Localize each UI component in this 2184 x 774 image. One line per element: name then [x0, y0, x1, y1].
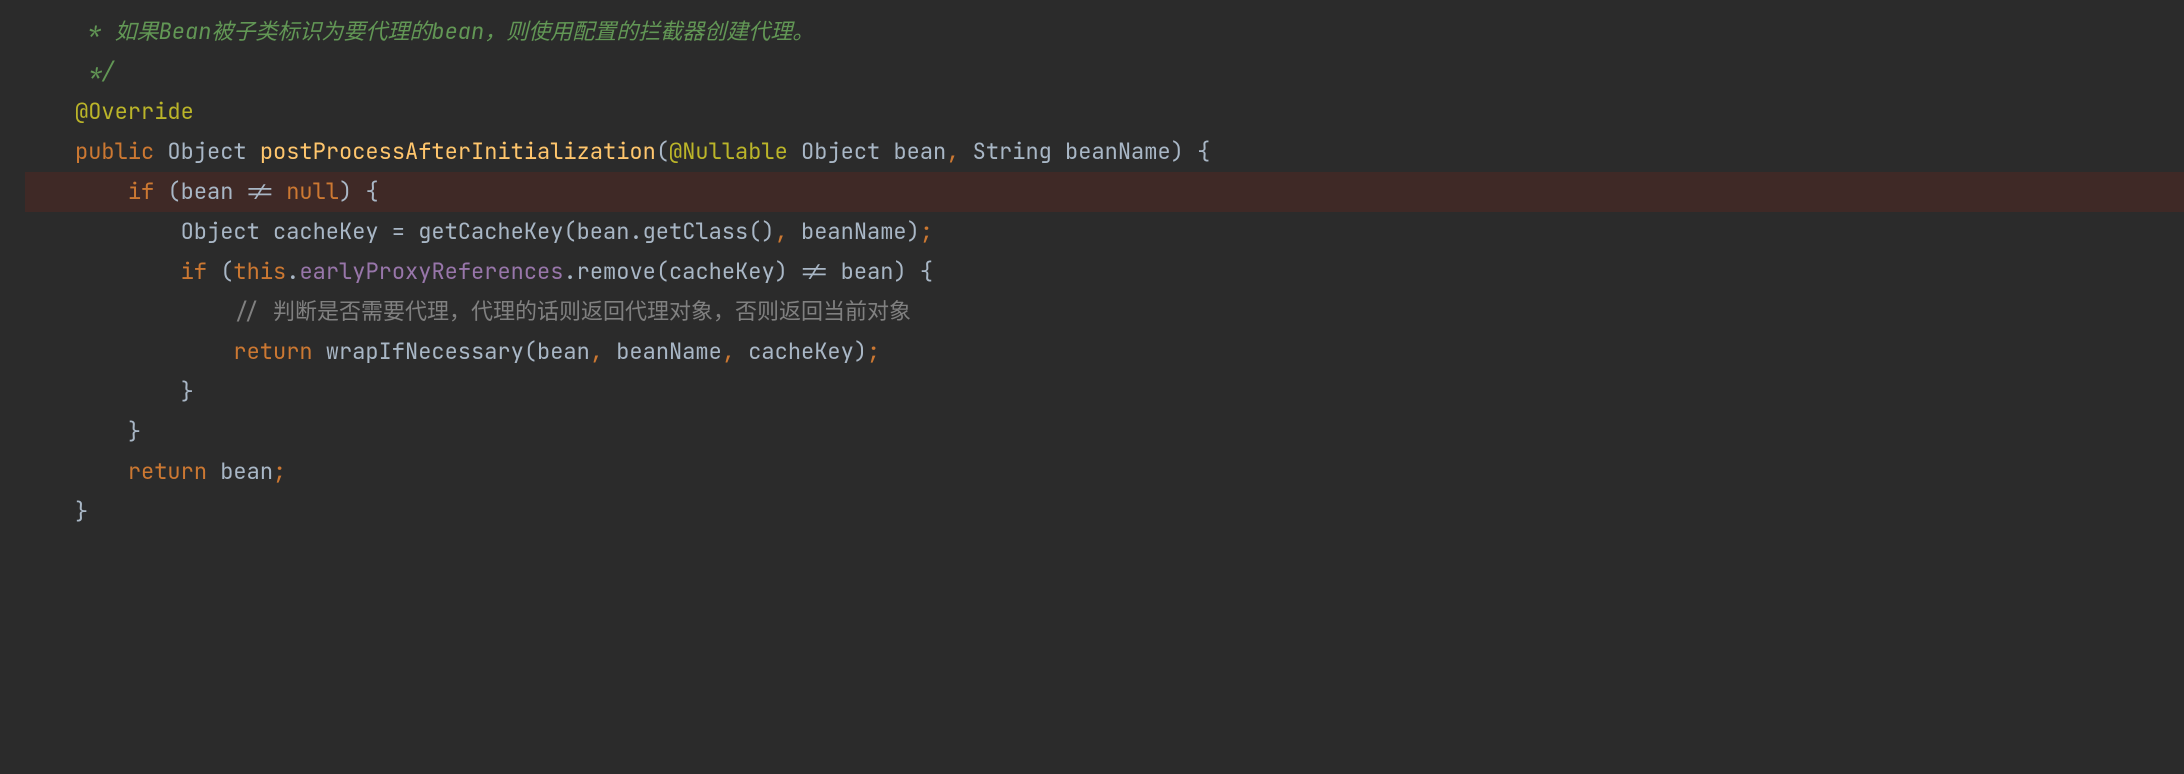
dot: . [286, 257, 299, 286]
public-keyword: public [75, 137, 154, 166]
field-earlyproxyreferences: earlyProxyReferences [299, 257, 563, 286]
code-line-if-early-proxy: if (this.earlyProxyReferences.remove(cac… [30, 252, 2184, 292]
code-line-annotation: @Override [30, 92, 2184, 132]
semicolon: ; [920, 217, 933, 246]
comma: , [946, 137, 972, 166]
code-line-close-brace-mid: } [30, 412, 2184, 452]
code-line-return-wrap: return wrapIfNecessary(bean, beanName, c… [30, 332, 2184, 372]
not-equals2: != [801, 257, 827, 286]
if-keyword: if [128, 177, 154, 206]
paren-close-brace: ) { [1171, 137, 1211, 166]
cachekey-arg: cacheKey) [748, 337, 867, 366]
this-keyword: this [233, 257, 286, 286]
nullable-annotation: @Nullable [669, 137, 788, 166]
code-line-javadoc-end: */ [30, 52, 2184, 92]
javadoc-text: * 如果Bean被子类标识为要代理的bean，则使用配置的拦截器创建代理。 [75, 17, 814, 46]
close-brace: } [181, 377, 194, 406]
code-line-cachekey: Object cacheKey = getCacheKey(bean.getCl… [30, 212, 2184, 252]
line-comment-text: // 判断是否需要代理，代理的话则返回代理对象，否则返回当前对象 [233, 297, 911, 326]
wrap-call: wrapIfNecessary(bean [313, 337, 590, 366]
code-line-javadoc: * 如果Bean被子类标识为要代理的bean，则使用配置的拦截器创建代理。 [30, 12, 2184, 52]
return-keyword: return [233, 337, 312, 366]
close-brace2: } [128, 417, 141, 446]
javadoc-close: */ [75, 57, 115, 86]
code-line-close-brace-inner: } [30, 372, 2184, 412]
comma2: , [775, 217, 801, 246]
beanname-arg: beanName) [801, 217, 920, 246]
condition-open: (bean [154, 177, 246, 206]
not-equals: != [247, 177, 273, 206]
space [273, 177, 286, 206]
param-beanname: String beanName [973, 137, 1171, 166]
code-line-close-brace-outer: } [30, 492, 2184, 532]
comma4: , [722, 337, 748, 366]
close-brace3: } [75, 497, 88, 526]
code-line-method-signature: public Object postProcessAfterInitializa… [30, 132, 2184, 172]
param-bean: Object bean [788, 137, 946, 166]
code-line-comment: // 判断是否需要代理，代理的话则返回代理对象，否则返回当前对象 [30, 292, 2184, 332]
method-name: postProcessAfterInitialization [260, 137, 656, 166]
semicolon3: ; [273, 457, 286, 486]
comma3: , [590, 337, 616, 366]
editor-gutter [0, 0, 25, 532]
if-keyword2: if [181, 257, 207, 286]
code-line-if-null-check: if (bean != null) { [0, 172, 2184, 212]
null-keyword: null [286, 177, 339, 206]
paren-open2: ( [207, 257, 233, 286]
return-type: Object [154, 137, 260, 166]
code-line-return-bean: return bean; [30, 452, 2184, 492]
semicolon2: ; [867, 337, 880, 366]
bean-expr: bean [207, 457, 273, 486]
cachekey-decl: Object cacheKey = getCacheKey(bean.getCl… [181, 217, 775, 246]
bean-close: bean) { [827, 257, 933, 286]
beanname-arg2: beanName [616, 337, 722, 366]
condition-close: ) { [339, 177, 379, 206]
code-editor[interactable]: * 如果Bean被子类标识为要代理的bean，则使用配置的拦截器创建代理。 */… [0, 0, 2184, 532]
paren-open: ( [656, 137, 669, 166]
remove-call: .remove(cacheKey) [563, 257, 801, 286]
override-annotation: @Override [75, 97, 194, 126]
return-keyword2: return [128, 457, 207, 486]
